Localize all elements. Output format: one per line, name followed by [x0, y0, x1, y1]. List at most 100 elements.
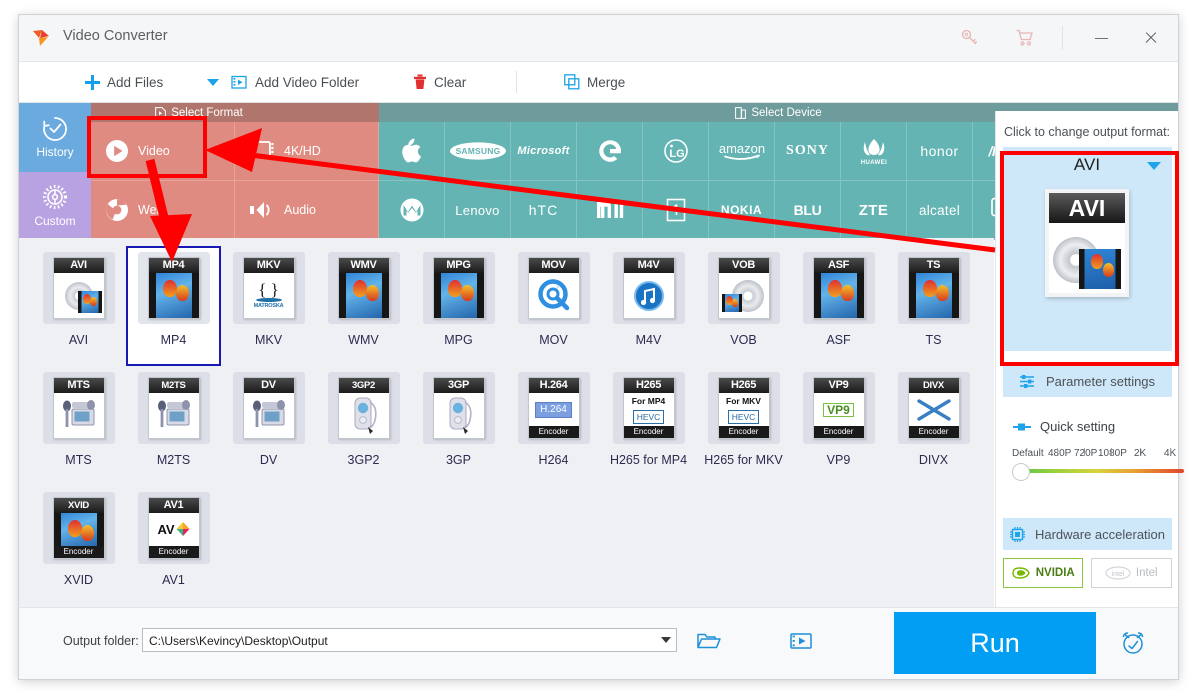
format-tile-av1[interactable]: AV1 AV Encoder AV1: [126, 486, 221, 606]
gpu-option-nvidia[interactable]: NVIDIA: [1003, 558, 1084, 588]
gpu-option-intel[interactable]: intel Intel: [1091, 558, 1172, 588]
device-lenovo[interactable]: Lenovo: [445, 181, 511, 240]
film-art: [434, 273, 484, 318]
device-alcatel[interactable]: alcatel: [907, 181, 973, 240]
open-folder-button[interactable]: [695, 628, 723, 654]
format-tile-mov[interactable]: MOV MOV: [506, 246, 601, 366]
format-tile-3gp2[interactable]: 3GP2 3GP2: [316, 366, 411, 486]
category-web[interactable]: Web: [91, 181, 235, 240]
av1-text: AV: [157, 522, 174, 537]
blu-logo: BLU: [794, 202, 822, 218]
device-zte[interactable]: ZTE: [841, 181, 907, 240]
sidebar-item-history[interactable]: History: [19, 103, 91, 172]
format-tile-vp9[interactable]: VP9 VP9 Encoder VP9: [791, 366, 886, 486]
alcatel-logo: alcatel: [919, 203, 960, 218]
parameter-settings-button[interactable]: Parameter settings: [1003, 365, 1172, 397]
category-4k-hd[interactable]: 4K/HD: [235, 122, 379, 181]
slider-track: [1018, 469, 1184, 473]
format-tile-mpg[interactable]: MPG MPG: [411, 246, 506, 366]
format-tile-wmv[interactable]: WMV WMV: [316, 246, 411, 366]
format-tile-avi[interactable]: AVI AVI: [31, 246, 126, 366]
device-motorola[interactable]: [379, 181, 445, 240]
format-tile-mts[interactable]: MTS MTS: [31, 366, 126, 486]
category-audio[interactable]: Audio: [235, 181, 379, 240]
format-label: MPG: [444, 333, 472, 347]
format-label: AV1: [162, 573, 185, 587]
format-icon-bottom: Encoder: [54, 546, 104, 558]
phone-art: [442, 396, 476, 436]
format-tile-mkv[interactable]: MKV { } MATROSKA MKV: [221, 246, 316, 366]
vp9-badge: VP9: [823, 403, 854, 417]
format-tile-ts[interactable]: TS TS: [886, 246, 981, 366]
history-clock-icon: [39, 115, 71, 143]
format-icon-top: AV1: [149, 498, 199, 513]
xiaomi-mi-logo: [595, 198, 625, 222]
format-label: H265 for MKV: [704, 453, 783, 467]
format-tile-h265-mp4[interactable]: H265 For MP4 HEVC Encoder H265 for MP4: [601, 366, 696, 486]
format-tile-mp4[interactable]: MP4 MP4: [126, 246, 221, 366]
sidebar-item-custom[interactable]: Custom: [19, 172, 91, 241]
output-format-icon: AVI: [1045, 189, 1129, 297]
lg-logo: LG: [663, 138, 689, 164]
format-tile-dv[interactable]: DV DV: [221, 366, 316, 486]
output-format-selector[interactable]: AVI AVI: [1003, 147, 1172, 351]
honor-logo: honor: [920, 143, 958, 159]
minimize-icon[interactable]: [1074, 15, 1128, 61]
format-tile-divx[interactable]: DIVX Encoder DIVX: [886, 366, 981, 486]
device-blu[interactable]: BLU: [775, 181, 841, 240]
quality-slider[interactable]: 480P 1080P 4K Default 720P 2K: [1012, 448, 1184, 500]
add-video-folder-button[interactable]: Add Video Folder: [231, 62, 359, 102]
hardware-acceleration-button[interactable]: Hardware acceleration: [1003, 518, 1172, 550]
device-htc[interactable]: hTC: [511, 181, 577, 240]
chevron-down-icon[interactable]: [1147, 162, 1161, 170]
film-art: [1079, 249, 1121, 289]
preview-button[interactable]: [787, 628, 815, 654]
format-tile-m4v[interactable]: M4V M4V: [601, 246, 696, 366]
clear-button[interactable]: Clear: [413, 62, 466, 102]
device-nokia[interactable]: NOKIA: [709, 181, 775, 240]
format-icon-top: H265: [719, 378, 769, 393]
device-huawei[interactable]: HUAWEI: [841, 122, 907, 181]
device-sony[interactable]: SONY: [775, 122, 841, 181]
format-label: MOV: [539, 333, 567, 347]
output-folder-input[interactable]: C:\Users\Kevincy\Desktop\Output: [142, 628, 672, 652]
add-files-button[interactable]: Add Files: [85, 62, 163, 102]
run-button[interactable]: Run: [894, 612, 1096, 674]
device-amazon[interactable]: amazon: [709, 122, 775, 181]
format-icon-top: MKV: [244, 258, 294, 273]
add-files-dropdown[interactable]: [201, 62, 225, 102]
category-video[interactable]: Video: [91, 122, 235, 181]
device-oneplus[interactable]: [643, 181, 709, 240]
add-files-label: Add Files: [107, 75, 163, 90]
film-art: [909, 273, 959, 318]
format-tile-xvid[interactable]: XVID Encoder XVID: [31, 486, 126, 606]
format-grid-panel: AVI AVI MP4 MP4 MKV { } MATROSKA: [19, 238, 994, 608]
device-lg[interactable]: LG: [643, 122, 709, 181]
device-apple[interactable]: [379, 122, 445, 181]
slider-knob[interactable]: [1012, 463, 1030, 481]
format-tile-3gp[interactable]: 3GP 3GP: [411, 366, 506, 486]
merge-icon: [564, 74, 580, 90]
key-icon[interactable]: [944, 15, 996, 61]
format-tile-h264[interactable]: H.264 H.264 Encoder H264: [506, 366, 601, 486]
device-google[interactable]: [577, 122, 643, 181]
close-icon[interactable]: [1125, 15, 1177, 61]
format-tile-m2ts[interactable]: M2TS M2TS: [126, 366, 221, 486]
slider-label-480p: 480P: [1048, 448, 1071, 459]
merge-button[interactable]: Merge: [564, 62, 625, 102]
format-tile-asf[interactable]: ASF ASF: [791, 246, 886, 366]
motorola-logo: [399, 197, 425, 223]
format-label: MTS: [65, 453, 91, 467]
alarm-button[interactable]: [1119, 629, 1147, 657]
format-tile-h265-mkv[interactable]: H265 For MKV HEVC Encoder H265 for MKV: [696, 366, 791, 486]
shopping-cart-icon[interactable]: [999, 15, 1051, 61]
device-honor[interactable]: honor: [907, 122, 973, 181]
format-file-icon: [155, 107, 166, 119]
device-xiaomi[interactable]: [577, 181, 643, 240]
device-samsung[interactable]: SAMSUNG: [445, 122, 511, 181]
output-folder-dropdown[interactable]: [655, 628, 677, 652]
device-microsoft[interactable]: Microsoft: [511, 122, 577, 181]
output-folder-label: Output folder:: [63, 634, 139, 648]
output-settings-panel: Click to change output format: AVI AVI P…: [995, 111, 1178, 608]
format-tile-vob[interactable]: VOB VOB: [696, 246, 791, 366]
